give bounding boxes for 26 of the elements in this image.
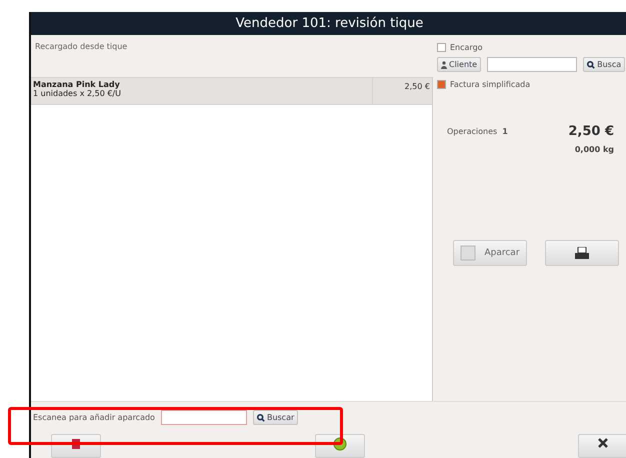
search-button[interactable]: Buscar [252,410,298,426]
order-checkbox[interactable]: Encargo [437,41,626,53]
client-button[interactable]: Cliente [437,57,482,72]
quantity-detail: 1 unidades x 2,50 €/U [33,89,122,98]
reload-note: Recargado desde tique [35,42,128,51]
confirm-button[interactable] [314,434,364,458]
search-icon [587,60,596,68]
printer-icon [575,247,589,259]
simplified-invoice-checkbox[interactable]: Factura simplificada [437,78,626,90]
scan-label: Escanea para añadir aparcado [33,413,155,422]
line-price: 2,50 € [404,82,430,91]
search-button[interactable]: Busca [583,57,626,72]
scan-field[interactable] [160,410,247,426]
total-weight: 0,000 kg [574,145,615,154]
square-icon [460,245,476,261]
window-title: Vendedor 101: revisión tique [31,12,626,35]
product-name: Manzana Pink Lady [33,80,121,89]
client-field[interactable] [487,57,578,72]
close-icon [597,437,609,449]
operations-label: Operaciones 1 [447,127,508,136]
search-icon [256,414,265,422]
total-amount: 2,50 € [567,124,615,139]
print-button[interactable] [545,240,619,266]
park-button[interactable]: Aparcar [453,240,527,266]
close-button[interactable] [578,434,626,458]
person-icon [441,60,447,68]
